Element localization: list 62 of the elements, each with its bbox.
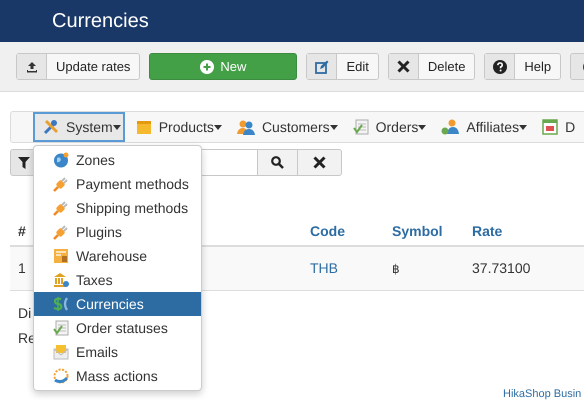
close-icon (396, 60, 410, 73)
users-icon (236, 119, 255, 135)
plug-icon (53, 224, 69, 240)
dropdown-item[interactable]: Zones (34, 148, 201, 172)
dropdown-item[interactable]: Shipping methods (34, 196, 201, 220)
column-header: Code (310, 222, 346, 240)
column-header: # (17, 222, 27, 240)
upload-icon (26, 60, 38, 72)
plug-icon (53, 200, 69, 216)
box-icon (136, 119, 152, 135)
plus-icon (200, 60, 214, 74)
page-title: Currencies (52, 9, 149, 34)
dropdown-item[interactable]: Emails (34, 340, 201, 364)
menu-tab[interactable]: Affiliates (431, 112, 532, 142)
table-cell-text: THB (310, 259, 339, 278)
users-icon (441, 119, 460, 135)
column-header: Rate (472, 222, 504, 240)
credit-link[interactable]: HikaShop Busin (503, 386, 582, 401)
search-icon (271, 156, 284, 169)
caret-icon (330, 124, 338, 130)
plug-icon (53, 176, 69, 192)
caret-icon (519, 124, 528, 130)
envelope-icon (53, 344, 69, 360)
toolbar-button[interactable]: Help (484, 53, 562, 80)
footer-text: Di (18, 304, 32, 320)
edit-icon (314, 60, 329, 74)
table-cell-text: 37.73100 (472, 259, 532, 278)
dropdown-item[interactable]: Warehouse (34, 244, 201, 268)
menu-tab[interactable]: Orders (342, 112, 430, 142)
document-check-icon (53, 320, 69, 336)
globe-icon (53, 152, 69, 168)
bank-icon (53, 272, 69, 288)
menu-tab[interactable]: D (532, 112, 580, 142)
column-header: Symbol (392, 222, 444, 241)
money-icon (53, 296, 69, 312)
help-icon (492, 60, 507, 74)
caret-icon (112, 124, 121, 130)
gears-icon (53, 368, 69, 384)
building-icon (53, 248, 69, 264)
tools-icon (43, 119, 59, 135)
menu-tab[interactable]: Customers (226, 112, 342, 142)
dropdown-item[interactable]: Taxes (34, 268, 201, 292)
document-check-icon (352, 119, 369, 135)
dropdown-item[interactable]: Payment methods (34, 172, 201, 196)
toolbar-button[interactable]: Delete (388, 53, 476, 80)
close-icon (313, 156, 326, 169)
table-cell-text: 1 (17, 259, 27, 278)
toolbar-button[interactable]: Edit (306, 53, 379, 80)
dropdown-item[interactable]: Currencies (34, 292, 201, 316)
clear-button[interactable] (298, 149, 342, 176)
caret-icon (418, 124, 426, 130)
search-button[interactable] (258, 149, 298, 176)
calendar-icon (542, 119, 558, 135)
menu-tab[interactable]: System (33, 112, 125, 142)
menu-tab[interactable]: Products (126, 112, 226, 142)
dropdown-item[interactable]: Order statuses (34, 316, 201, 340)
filter-icon (18, 156, 30, 168)
dropdown-item[interactable]: Mass actions (34, 364, 201, 388)
toolbar-button[interactable]: Update rates (16, 53, 140, 80)
dropdown-item[interactable]: Plugins (34, 220, 201, 244)
table-cell-text: ฿ (392, 260, 401, 278)
caret-icon (214, 124, 222, 130)
